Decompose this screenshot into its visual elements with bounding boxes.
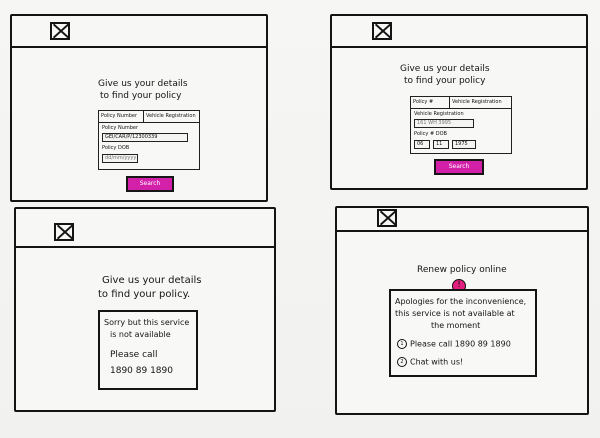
screen-2-titlebar — [332, 46, 586, 48]
tab-policy-number[interactable]: Policy # — [411, 97, 450, 108]
tab-policy-number[interactable]: Policy Number — [99, 111, 144, 122]
screen-1-heading-line2: to find your policy — [100, 91, 182, 101]
screen-3-heading-line2: to find your policy. — [98, 289, 191, 300]
option-chat[interactable]: 2 Chat with us! — [397, 357, 463, 367]
screen-2-form: Policy # Vehicle Registration Vehicle Re… — [410, 96, 512, 154]
screen-2-heading-line2: to find your policy — [404, 76, 486, 86]
screen-2-heading-line1: Give us your details — [400, 64, 490, 74]
screen-4-window: Renew policy online ! Apologies for the … — [335, 206, 589, 415]
error-message-box: Sorry but this service is not available … — [98, 310, 198, 390]
screen-1-titlebar — [12, 46, 266, 48]
close-icon[interactable] — [54, 223, 74, 241]
error-message-line2: is not available — [110, 330, 171, 339]
screen-3-titlebar — [16, 246, 274, 248]
tab-vehicle-registration[interactable]: Vehicle Registration — [144, 111, 198, 122]
screen-2-tabs: Policy # Vehicle Registration — [411, 97, 511, 109]
screen-1-heading-line1: Give us your details — [98, 79, 188, 89]
phone-number[interactable]: 1890 89 1890 — [110, 366, 173, 376]
screen-1-form: Policy Number Vehicle Registration Polic… — [98, 110, 200, 170]
dob-year-input[interactable]: 1975 — [452, 140, 476, 149]
option-2-number: 2 — [397, 357, 407, 367]
vehicle-registration-label: Vehicle Registration — [414, 111, 464, 117]
screen-3-heading-line1: Give us your details — [102, 275, 202, 286]
apology-line2: this service is not available at — [395, 309, 515, 318]
screen-2-window: Give us your details to find your policy… — [330, 14, 588, 190]
apology-line3: the moment — [431, 321, 481, 330]
screen-1-window: Give us your details to find your policy… — [10, 14, 268, 202]
close-icon[interactable] — [372, 22, 392, 40]
screen-4-titlebar — [337, 230, 587, 232]
search-button[interactable]: Search — [434, 159, 484, 175]
dob-label: Policy # DOB — [414, 131, 447, 137]
apology-line1: Apologies for the inconvenience, — [395, 297, 527, 306]
option-call[interactable]: 1 Please call 1890 89 1890 — [397, 339, 511, 349]
vehicle-registration-input[interactable]: 161 WH 3995 — [414, 119, 474, 128]
close-icon[interactable] — [377, 209, 397, 227]
call-label: Please call — [110, 350, 158, 360]
dob-input[interactable]: dd/mm/yyyy — [102, 154, 138, 163]
apology-message-box: Apologies for the inconvenience, this se… — [389, 289, 537, 377]
policy-number-label: Policy Number — [102, 125, 139, 131]
screen-1-tabs: Policy Number Vehicle Registration — [99, 111, 199, 123]
option-1-number: 1 — [397, 339, 407, 349]
policy-number-input[interactable]: GEI/CAR/P/12300339 — [102, 133, 188, 142]
option-chat-text: Chat with us! — [410, 357, 464, 367]
tab-vehicle-registration[interactable]: Vehicle Registration — [450, 97, 504, 108]
option-call-text: Please call 1890 89 1890 — [410, 339, 511, 349]
dob-day-input[interactable]: 06 — [414, 140, 430, 149]
dob-month-input[interactable]: 11 — [433, 140, 449, 149]
dob-label: Policy DOB — [102, 145, 130, 151]
search-button[interactable]: Search — [126, 176, 174, 192]
error-message-line1: Sorry but this service — [104, 318, 190, 327]
screen-4-title: Renew policy online — [417, 265, 507, 275]
screen-3-window: Give us your details to find your policy… — [14, 207, 276, 412]
close-icon[interactable] — [50, 22, 70, 40]
